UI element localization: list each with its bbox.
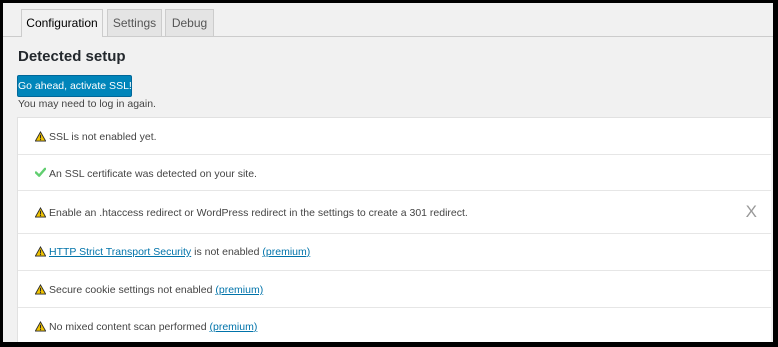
warning-icon — [35, 207, 46, 218]
tab-settings[interactable]: Settings — [107, 9, 162, 36]
cookie-status-text: Secure cookie settings not enabled — [49, 284, 216, 296]
activate-ssl-button[interactable]: Go ahead, activate SSL! — [17, 75, 132, 97]
warning-icon — [35, 284, 46, 295]
notice-text: SSL is not enabled yet. — [49, 131, 157, 143]
notice-text: HTTP Strict Transport Security is not en… — [49, 246, 310, 258]
notice-text: Enable an .htaccess redirect or WordPres… — [49, 207, 468, 219]
check-icon — [35, 167, 46, 177]
notice-ssl-not-enabled: SSL is not enabled yet. — [18, 118, 771, 155]
premium-link[interactable]: (premium) — [215, 284, 263, 296]
mixed-status-text: No mixed content scan performed — [49, 321, 210, 333]
notice-redirect: Enable an .htaccess redirect or WordPres… — [18, 191, 771, 234]
tab-bar: Configuration Settings Debug — [3, 3, 773, 37]
notices-panel: SSL is not enabled yet. An SSL certifica… — [17, 117, 771, 342]
notice-hsts: HTTP Strict Transport Security is not en… — [18, 234, 771, 271]
warning-icon — [35, 246, 46, 257]
section-title: Detected setup — [18, 48, 126, 65]
hsts-link[interactable]: HTTP Strict Transport Security — [49, 246, 191, 258]
premium-link[interactable]: (premium) — [210, 321, 258, 333]
notice-text: Secure cookie settings not enabled (prem… — [49, 284, 263, 296]
notice-secure-cookies: Secure cookie settings not enabled (prem… — [18, 271, 771, 308]
tab-debug[interactable]: Debug — [165, 9, 214, 36]
dismiss-icon[interactable]: X — [746, 202, 757, 222]
notice-text: An SSL certificate was detected on your … — [49, 168, 257, 180]
notice-cert-detected: An SSL certificate was detected on your … — [18, 155, 771, 191]
warning-icon — [35, 321, 46, 332]
premium-link[interactable]: (premium) — [262, 246, 310, 258]
warning-icon — [35, 131, 46, 142]
tab-configuration[interactable]: Configuration — [21, 9, 103, 37]
login-note: You may need to log in again. — [18, 98, 156, 110]
notice-mixed-content: No mixed content scan performed (premium… — [18, 308, 771, 342]
notice-text: No mixed content scan performed (premium… — [49, 321, 257, 333]
settings-page: Configuration Settings Debug Detected se… — [3, 3, 773, 342]
hsts-status-text: is not enabled — [191, 246, 263, 258]
